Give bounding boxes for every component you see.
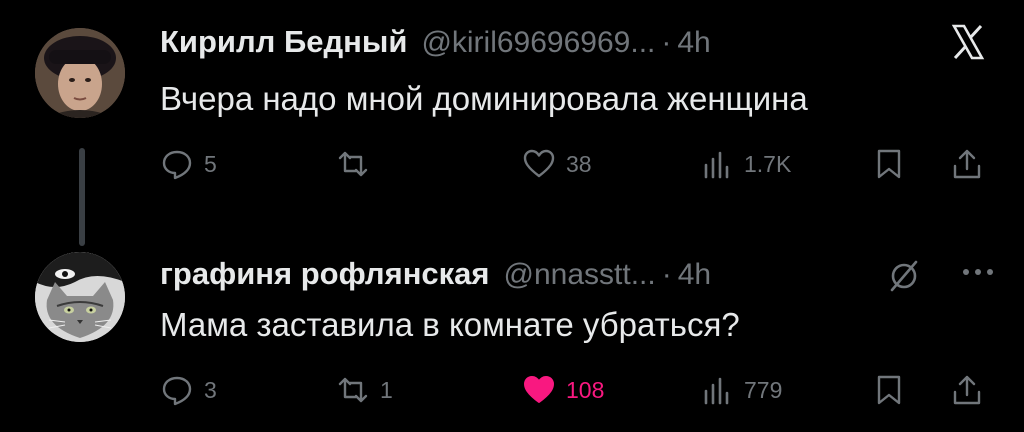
share-button[interactable]: [950, 368, 984, 412]
display-name[interactable]: графиня рофлянская: [160, 256, 490, 292]
tweet-actions: 5 38 1.7K: [160, 142, 1010, 186]
reply-button[interactable]: 3: [160, 368, 217, 412]
user-handle[interactable]: @kiril69696969...: [421, 26, 655, 60]
reply-count: 3: [204, 376, 217, 403]
views-button[interactable]: 779: [700, 368, 782, 412]
thread-connector-line: [79, 148, 85, 246]
heart-icon: [524, 376, 554, 403]
timestamp[interactable]: 4h: [678, 258, 711, 292]
share-button[interactable]: [950, 142, 984, 186]
reply-count: 5: [204, 150, 217, 177]
display-name[interactable]: Кирилл Бедный: [160, 24, 407, 60]
avatar[interactable]: [35, 252, 125, 342]
retweet-icon: [338, 377, 368, 403]
more-dots-icon[interactable]: [958, 262, 998, 282]
view-count: 779: [744, 376, 783, 403]
bookmark-icon: [877, 149, 901, 179]
retweet-count: 1: [380, 376, 393, 403]
views-icon: [704, 151, 729, 179]
separator-dot: ·: [661, 258, 672, 291]
reply-icon: [162, 150, 192, 180]
user-handle[interactable]: @nnasstt...: [504, 258, 656, 292]
tweet-text: Вчера надо мной доминировала женщина: [160, 80, 808, 117]
share-icon: [953, 375, 981, 405]
tweet-header: Кирилл Бедный @kiril69696969... · 4h: [160, 24, 711, 60]
grok-slash-icon[interactable]: [886, 258, 922, 294]
like-button[interactable]: 38: [522, 142, 592, 186]
tweet-text: Мама заставила в комнате убраться?: [160, 306, 740, 343]
view-count: 1.7K: [744, 150, 792, 177]
avatar[interactable]: [35, 28, 125, 118]
separator-dot: ·: [661, 26, 672, 59]
share-icon: [953, 149, 981, 179]
bookmark-icon: [877, 375, 901, 405]
avatar-image-icon: [35, 252, 125, 342]
retweet-button[interactable]: [336, 142, 380, 186]
heart-icon: [523, 149, 555, 178]
timestamp[interactable]: 4h: [677, 26, 710, 60]
retweet-icon: [338, 151, 368, 177]
like-count: 108: [566, 376, 605, 403]
tweet-actions: 3 1 108 779: [160, 368, 1010, 412]
like-count: 38: [566, 150, 592, 177]
views-icon: [704, 377, 729, 405]
like-button[interactable]: 108: [522, 368, 604, 412]
bookmark-button[interactable]: [872, 142, 906, 186]
retweet-button[interactable]: 1: [336, 368, 393, 412]
reply-button[interactable]: 5: [160, 142, 217, 186]
tweet-header: графиня рофлянская @nnasstt... · 4h: [160, 256, 711, 292]
x-logo-icon[interactable]: [948, 22, 988, 62]
bookmark-button[interactable]: [872, 368, 906, 412]
avatar-image-icon: [35, 28, 125, 118]
views-button[interactable]: 1.7K: [700, 142, 791, 186]
reply-icon: [162, 376, 192, 406]
